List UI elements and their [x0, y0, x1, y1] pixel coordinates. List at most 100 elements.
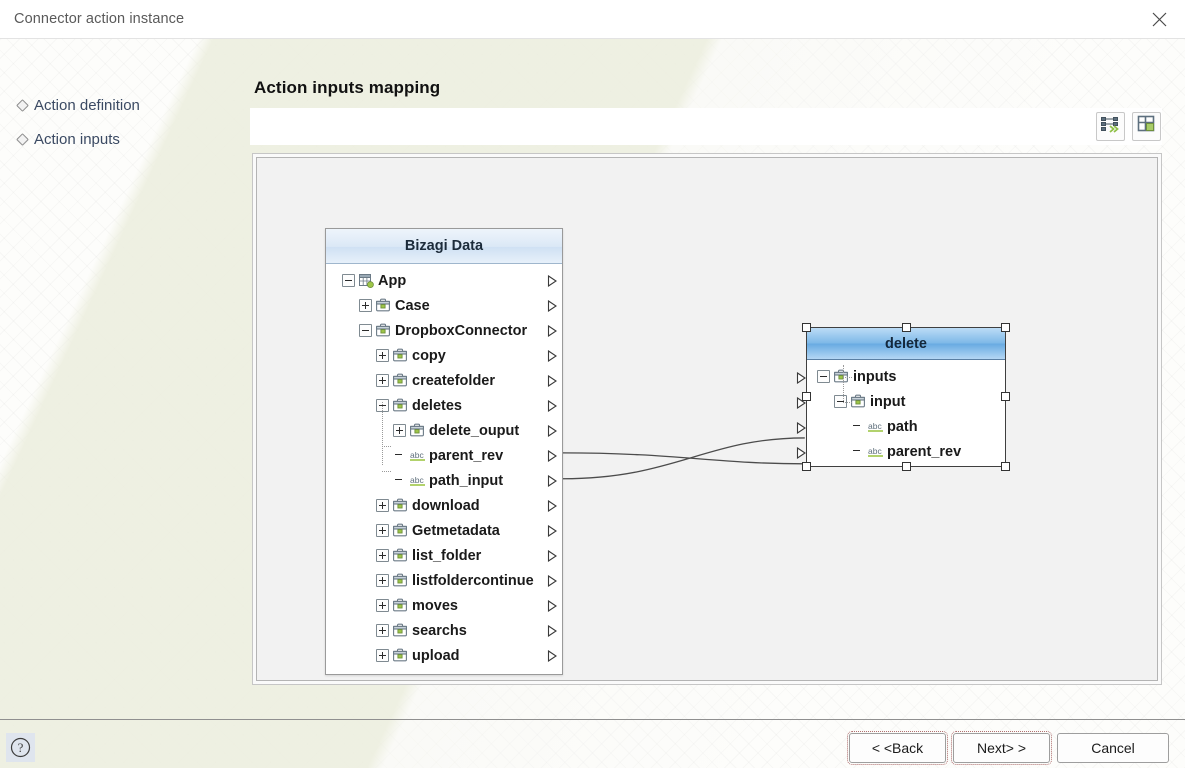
expand-icon[interactable] [359, 299, 372, 312]
footer-divider [0, 719, 1185, 720]
expand-icon[interactable] [376, 499, 389, 512]
svg-text:?: ? [18, 740, 24, 755]
svg-text:abc: abc [410, 475, 424, 485]
output-port[interactable] [547, 624, 558, 637]
svg-text:abc: abc [868, 446, 882, 456]
tree-row[interactable]: Case [326, 293, 562, 318]
output-port[interactable] [547, 274, 558, 287]
collapse-icon[interactable] [817, 370, 830, 383]
expand-icon[interactable] [376, 649, 389, 662]
expand-icon[interactable] [393, 424, 406, 437]
tree-row-label: list_folder [412, 547, 482, 564]
collapse-icon[interactable] [342, 274, 355, 287]
tree-row[interactable]: deletes [326, 393, 562, 418]
auto-map-button[interactable] [1096, 112, 1125, 141]
output-port[interactable] [547, 349, 558, 362]
output-port[interactable] [547, 299, 558, 312]
tree-leaf-spacer [851, 445, 864, 458]
expand-icon[interactable] [376, 349, 389, 362]
tree-row[interactable]: Getmetadata [326, 518, 562, 543]
briefcase-icon [392, 498, 408, 513]
tree-row[interactable]: inputs [807, 364, 1005, 389]
sidebar-item-action-inputs[interactable]: Action inputs [16, 128, 120, 150]
briefcase-icon [409, 423, 425, 438]
tree-row-label: input [870, 393, 906, 410]
selection-handle-ne[interactable] [1001, 323, 1010, 332]
tree-row[interactable]: delete_ouput [326, 418, 562, 443]
tree-row[interactable]: list_folder [326, 543, 562, 568]
fit-layout-button[interactable] [1132, 112, 1161, 141]
tree-row-label: App [378, 272, 407, 289]
selection-handle-sw[interactable] [802, 462, 811, 471]
output-port[interactable] [547, 474, 558, 487]
expand-icon[interactable] [376, 574, 389, 587]
tree-row[interactable]: App [326, 268, 562, 293]
cancel-button[interactable]: Cancel [1057, 733, 1169, 763]
tree-row-label: path_input [429, 472, 504, 489]
sidebar-item-action-definition[interactable]: Action definition [16, 94, 140, 116]
expand-icon[interactable] [376, 599, 389, 612]
help-circle-icon[interactable]: ? [6, 733, 35, 762]
expand-icon[interactable] [376, 374, 389, 387]
tree-row[interactable]: abc path [807, 414, 1005, 439]
briefcase-icon [375, 298, 391, 313]
tree-row[interactable]: moves [326, 593, 562, 618]
page-title: Action inputs mapping [254, 78, 441, 97]
output-port[interactable] [547, 399, 558, 412]
tree-row[interactable]: searchs [326, 618, 562, 643]
selection-handle-nw[interactable] [802, 323, 811, 332]
tree-row[interactable]: abc path_input [326, 468, 562, 493]
title-bar: Connector action instance [0, 0, 1185, 39]
target-tree: inputs input abc path abc parent_rev [807, 360, 1005, 464]
back-button[interactable]: < <Back [847, 731, 948, 765]
target-action-node[interactable]: delete inputs input abc path abc parent_rev [796, 327, 1006, 467]
output-port[interactable] [547, 424, 558, 437]
selection-handle-e[interactable] [1001, 392, 1010, 401]
selection-handle-s[interactable] [901, 462, 911, 471]
tree-row[interactable]: download [326, 493, 562, 518]
tree-row-label: Case [395, 297, 430, 314]
output-port[interactable] [547, 324, 558, 337]
close-icon[interactable] [1133, 0, 1185, 38]
tree-row[interactable]: input [807, 389, 1005, 414]
input-port[interactable] [796, 372, 807, 384]
expand-icon[interactable] [376, 549, 389, 562]
diamond-bullet-icon [16, 98, 29, 112]
output-port[interactable] [547, 449, 558, 462]
input-port[interactable] [796, 447, 807, 459]
selection-handle-se[interactable] [1001, 462, 1010, 471]
tree-row-label: createfolder [412, 372, 496, 389]
tree-guide-line [382, 471, 391, 472]
tree-row[interactable]: copy [326, 343, 562, 368]
tree-row-label: upload [412, 647, 460, 664]
tree-leaf-spacer [393, 474, 406, 487]
mapping-canvas[interactable]: Bizagi Data App Case DropboxConnector copy c… [252, 153, 1162, 685]
output-port[interactable] [547, 599, 558, 612]
tree-row[interactable]: abc parent_rev [326, 443, 562, 468]
output-port[interactable] [547, 524, 558, 537]
selection-handle-n[interactable] [901, 323, 911, 332]
tree-row[interactable]: listfoldercontinue [326, 568, 562, 593]
output-port[interactable] [547, 649, 558, 662]
tree-row[interactable]: DropboxConnector [326, 318, 562, 343]
tree-row[interactable]: upload [326, 643, 562, 668]
expand-icon[interactable] [376, 624, 389, 637]
input-port[interactable] [796, 422, 807, 434]
output-port[interactable] [547, 374, 558, 387]
diamond-bullet-icon [16, 132, 29, 146]
briefcase-icon [392, 548, 408, 563]
tree-row[interactable]: createfolder [326, 368, 562, 393]
next-button[interactable]: Next> > [951, 731, 1052, 765]
output-port[interactable] [547, 499, 558, 512]
output-port[interactable] [547, 549, 558, 562]
mapping-canvas-surface[interactable]: Bizagi Data App Case DropboxConnector copy c… [256, 157, 1158, 681]
output-port[interactable] [547, 574, 558, 587]
source-data-panel[interactable]: Bizagi Data App Case DropboxConnector copy c… [325, 228, 563, 675]
main-pane: Action inputs mapping Bizagi Data App Ca… [250, 39, 1185, 720]
expand-icon[interactable] [376, 524, 389, 537]
briefcase-icon [392, 648, 408, 663]
tree-row[interactable]: abc parent_rev [807, 439, 1005, 464]
selection-handle-w[interactable] [802, 392, 811, 401]
tree-row-label: delete_ouput [429, 422, 520, 439]
collapse-icon[interactable] [359, 324, 372, 337]
